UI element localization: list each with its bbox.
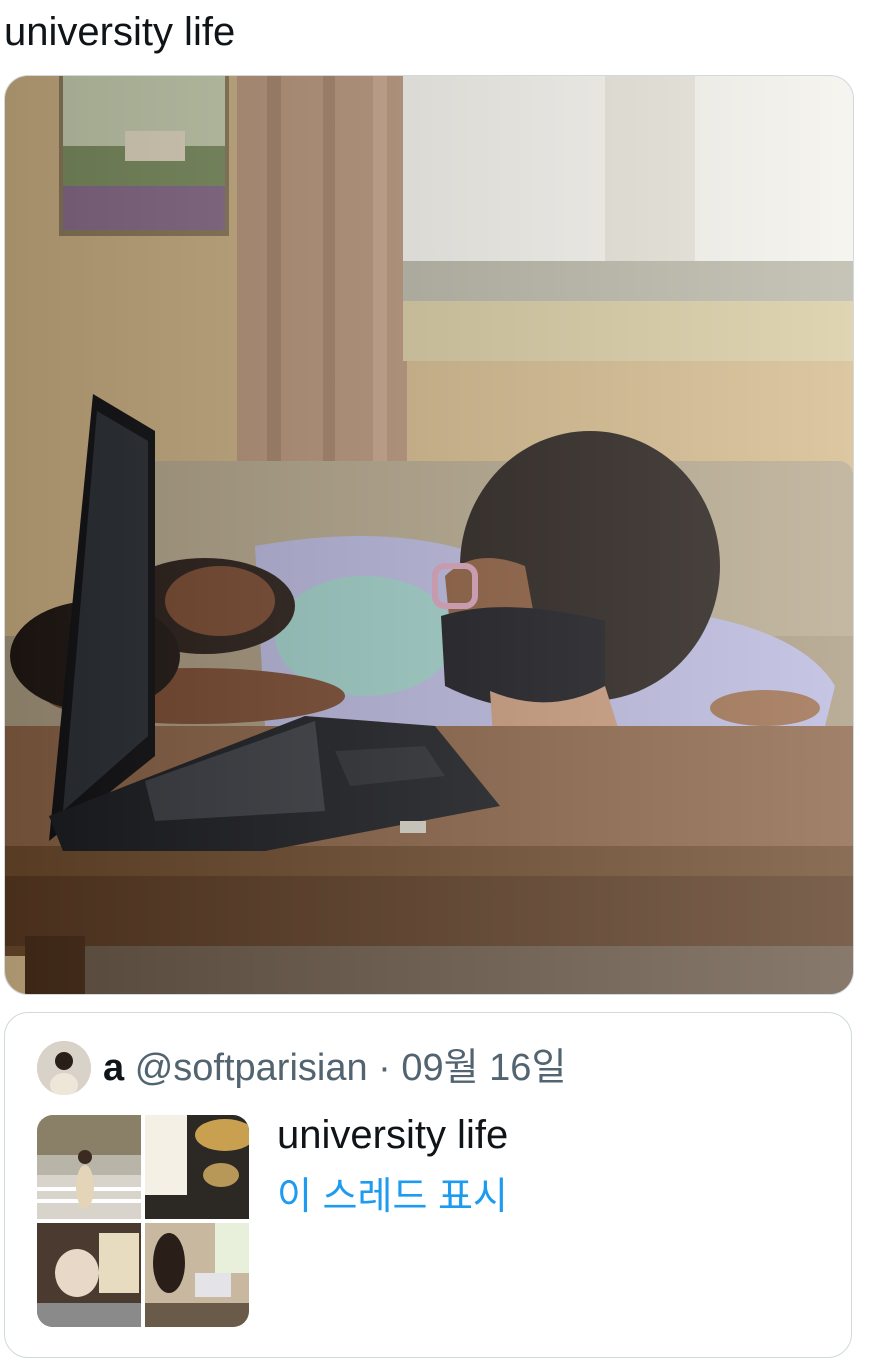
quoted-tweet-header: a @softparisian · 09월 16일 [103, 1045, 566, 1091]
quoted-tweet-card[interactable]: a @softparisian · 09월 16일 university lif… [4, 1012, 852, 1358]
tweet-text: university life [4, 10, 236, 54]
tweet-photo[interactable] [4, 75, 854, 995]
photo-laptop-mannequin-sleeping [5, 76, 853, 994]
quoted-tweet-text: university life [277, 1113, 509, 1157]
display-name[interactable]: a [103, 1047, 124, 1089]
thumbnail-image [145, 1223, 249, 1327]
thumbnail-image [37, 1223, 141, 1327]
avatar[interactable] [37, 1041, 91, 1095]
username-handle[interactable]: @softparisian [135, 1047, 368, 1089]
media-thumbnail-desk[interactable] [145, 1223, 249, 1327]
avatar-image [37, 1041, 91, 1095]
quoted-media-grid[interactable] [37, 1115, 249, 1327]
media-thumbnail-book[interactable] [145, 1115, 249, 1219]
media-thumbnail-coffee[interactable] [37, 1223, 141, 1327]
thumbnail-image [145, 1115, 249, 1219]
show-thread-link[interactable]: 이 스레드 표시 [277, 1173, 508, 1221]
tweet-date[interactable]: 09월 16일 [401, 1047, 566, 1089]
media-thumbnail-street[interactable] [37, 1115, 141, 1219]
thumbnail-image [37, 1115, 141, 1219]
separator-dot: · [378, 1047, 391, 1089]
